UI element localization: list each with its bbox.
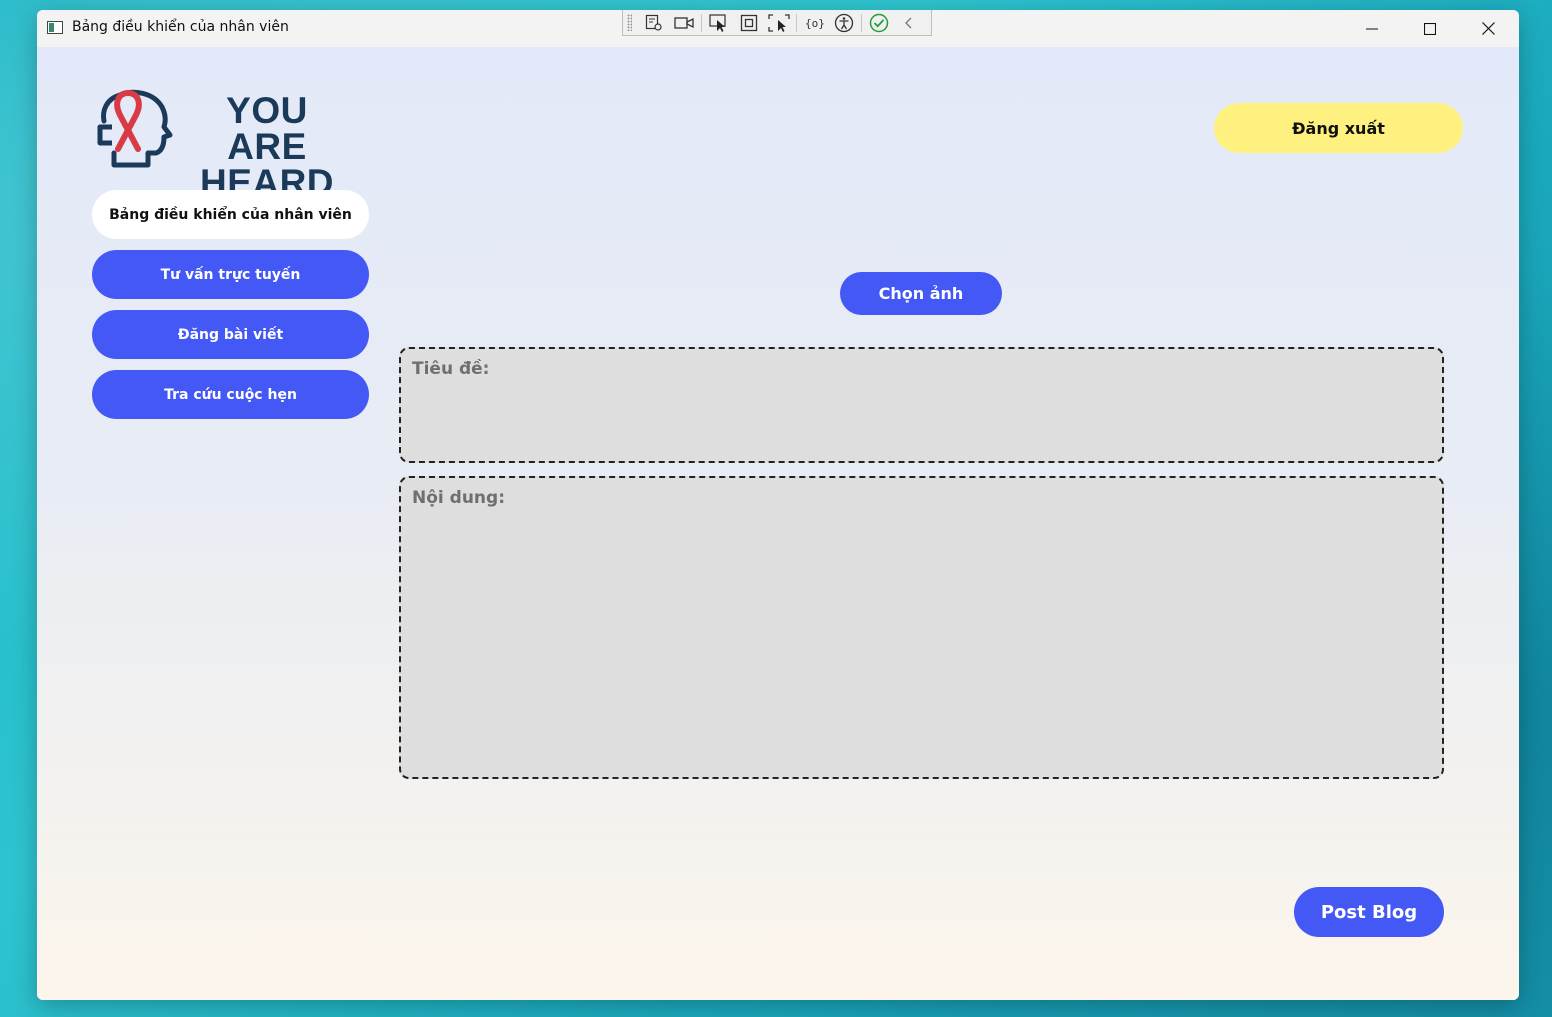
- title-bar[interactable]: Bảng điều khiển của nhân viên {o}: [37, 10, 1519, 47]
- sidebar-item-appointments[interactable]: Tra cứu cuộc hẹn: [92, 370, 369, 419]
- app-window-icon: [47, 21, 63, 34]
- choose-image-button[interactable]: Chọn ảnh: [840, 272, 1002, 315]
- content-label: Nội dung:: [412, 488, 505, 508]
- svg-text:{o}: {o}: [805, 17, 824, 30]
- logout-button[interactable]: Đăng xuất: [1214, 103, 1463, 153]
- logo-text: YOU ARE HEARD: [182, 90, 352, 201]
- post-blog-button[interactable]: Post Blog: [1294, 887, 1444, 937]
- logo-line-1: YOU ARE: [226, 90, 308, 167]
- title-field[interactable]: Tiêu đề:: [399, 347, 1444, 463]
- toolbar-separator: [861, 13, 862, 32]
- app-window: Bảng điều khiển của nhân viên {o} YOU AR…: [37, 10, 1519, 1000]
- toolbar-grip[interactable]: [627, 14, 632, 31]
- track-focus-icon[interactable]: [764, 12, 794, 34]
- record-video-icon[interactable]: [669, 12, 699, 34]
- close-button[interactable]: [1459, 10, 1517, 47]
- layout-bounds-icon[interactable]: [734, 12, 764, 34]
- pointer-select-icon[interactable]: [704, 12, 734, 34]
- accessibility-icon[interactable]: [829, 12, 859, 34]
- binding-icon[interactable]: {o}: [799, 12, 829, 34]
- content-field[interactable]: Nội dung:: [399, 476, 1444, 779]
- select-element-icon[interactable]: [639, 12, 669, 34]
- collapse-chevron-icon[interactable]: [894, 12, 924, 34]
- minimize-icon: [1366, 28, 1378, 29]
- title-label: Tiêu đề:: [412, 359, 490, 379]
- sidebar-item-online-consult[interactable]: Tư vấn trực tuyến: [92, 250, 369, 299]
- sidebar-item-dashboard[interactable]: Bảng điều khiển của nhân viên: [92, 190, 369, 239]
- sidebar-item-post-article[interactable]: Đăng bài viết: [92, 310, 369, 359]
- maximize-button[interactable]: [1401, 10, 1459, 47]
- main-content: YOU ARE HEARD Bảng điều khiển của nhân v…: [37, 47, 1519, 1000]
- logo-mark-icon: [97, 89, 173, 168]
- logo: YOU ARE HEARD: [92, 87, 352, 201]
- close-icon: [1481, 22, 1495, 35]
- minimize-button[interactable]: [1343, 10, 1401, 47]
- debug-toolbar: {o}: [622, 10, 932, 36]
- toolbar-separator: [796, 13, 797, 32]
- maximize-icon: [1424, 22, 1436, 35]
- status-check-icon[interactable]: [864, 12, 894, 34]
- toolbar-separator: [701, 13, 702, 32]
- window-title: Bảng điều khiển của nhân viên: [72, 19, 289, 35]
